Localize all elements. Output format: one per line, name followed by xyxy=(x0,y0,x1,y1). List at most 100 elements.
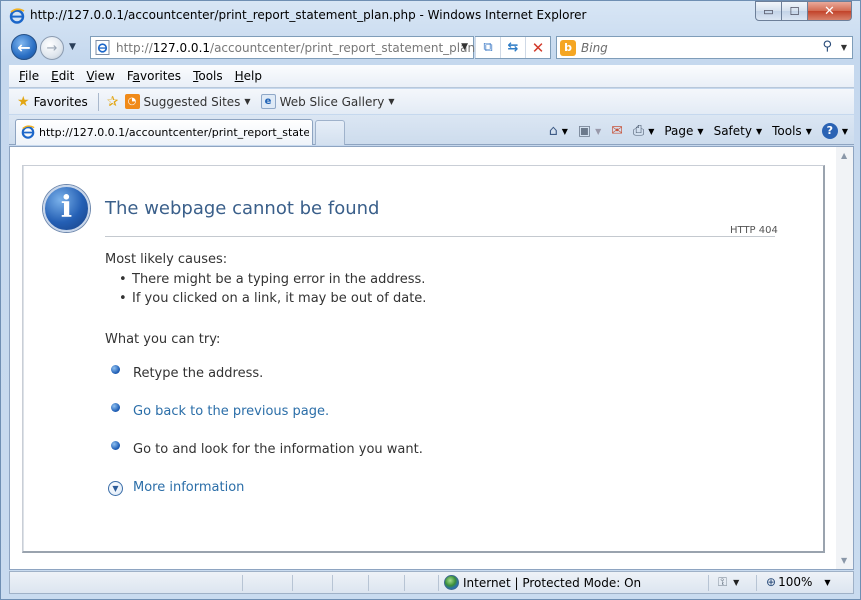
address-url[interactable]: http://127.0.0.1/accountcenter/print_rep… xyxy=(116,41,502,55)
chevron-down-icon: ▼ xyxy=(755,126,763,136)
maximize-icon: ☐ xyxy=(789,4,800,18)
search-input[interactable]: Bing xyxy=(581,41,608,55)
address-dropdown-icon[interactable]: ▼ xyxy=(461,42,468,52)
window-controls: ▭ ☐ ✕ xyxy=(755,1,852,21)
zoom-level-button[interactable]: ⊕ 100% ▼ xyxy=(766,575,831,589)
recent-pages-dropdown[interactable]: ▼ xyxy=(69,42,76,52)
page-ie-icon xyxy=(95,40,110,55)
page-title: The webpage cannot be found xyxy=(105,198,380,219)
tab-active[interactable]: http://127.0.0.1/accountcenter/print_rep… xyxy=(15,119,313,145)
menu-edit[interactable]: Edit xyxy=(51,69,74,83)
new-tab-button[interactable] xyxy=(315,120,345,145)
forward-button[interactable]: → xyxy=(40,36,64,60)
favorites-button[interactable]: Favorites xyxy=(34,95,88,109)
error-page: i The webpage cannot be found HTTP 404 M… xyxy=(22,165,825,553)
web-slice-gallery-label: Web Slice Gallery xyxy=(279,94,385,109)
title-bar: http://127.0.0.1/accountcenter/print_rep… xyxy=(1,1,860,31)
tools-menu-label: Tools xyxy=(772,124,802,138)
back-arrow-icon: ← xyxy=(17,37,31,57)
stop-icon: ✕ xyxy=(531,38,545,57)
status-divider xyxy=(708,575,709,591)
search-options-dropdown[interactable]: ▼ xyxy=(841,43,847,52)
compat-view-icon: ⧉ xyxy=(483,40,493,55)
chevron-down-icon: ▼ xyxy=(805,126,812,136)
search-icon[interactable]: ⚲ xyxy=(822,39,832,54)
maximize-button[interactable]: ☐ xyxy=(782,1,808,21)
status-divider xyxy=(404,575,405,591)
printer-icon: ⎙ xyxy=(633,123,645,139)
status-divider xyxy=(242,575,243,591)
go-back-link[interactable]: Go back to the previous page. xyxy=(133,404,329,419)
status-divider xyxy=(438,575,439,591)
menu-bar: File Edit View Favorites Tools Help xyxy=(9,65,854,88)
menu-view[interactable]: View xyxy=(86,69,114,83)
try-item-retype: Retype the address. xyxy=(133,366,264,381)
add-to-favorites-bar-icon[interactable]: ✰ xyxy=(107,94,119,110)
help-button[interactable]: ? ▼ xyxy=(821,123,848,139)
suggested-sites-button[interactable]: ◔ Suggested Sites ▼ xyxy=(124,94,251,109)
zoom-icon: ⊕ xyxy=(766,575,777,589)
favorites-bar: ★ Favorites ✰ ◔ Suggested Sites ▼ e Web … xyxy=(9,89,854,114)
refresh-button[interactable]: ⇆ xyxy=(500,37,525,58)
chevron-down-icon: ▼ xyxy=(388,97,395,106)
stop-button[interactable]: ✕ xyxy=(525,37,550,58)
tab-ie-icon xyxy=(21,125,35,139)
menu-help[interactable]: Help xyxy=(235,69,262,83)
browser-window: http://127.0.0.1/accountcenter/print_rep… xyxy=(0,0,861,600)
minimize-icon: ▭ xyxy=(763,4,774,18)
compatibility-view-button[interactable]: ⧉ xyxy=(475,37,500,58)
web-slice-icon: e xyxy=(260,94,276,109)
home-button[interactable]: ⌂ ▼ xyxy=(549,123,568,139)
more-information-link[interactable]: More information xyxy=(133,480,244,495)
close-icon: ✕ xyxy=(824,3,835,19)
security-zone[interactable]: Internet | Protected Mode: On xyxy=(444,575,641,590)
close-button[interactable]: ✕ xyxy=(808,1,852,21)
menu-favorites[interactable]: Favorites xyxy=(127,69,181,83)
chevron-down-icon: ▼ xyxy=(824,577,831,587)
status-divider xyxy=(332,575,333,591)
refresh-icon: ⇆ xyxy=(507,40,519,55)
back-button[interactable]: ← xyxy=(11,34,37,60)
expand-more-icon[interactable]: ▼ xyxy=(108,481,123,496)
scroll-up-icon[interactable]: ▲ xyxy=(841,151,847,160)
pop-up-blocker-button[interactable]: ⚿ ▼ xyxy=(718,575,739,590)
causes-heading: Most likely causes: xyxy=(105,252,228,267)
tools-menu[interactable]: Tools ▼ xyxy=(772,124,812,138)
tab-row: http://127.0.0.1/accountcenter/print_rep… xyxy=(9,115,854,145)
menu-file[interactable]: File xyxy=(19,69,39,83)
scroll-down-icon[interactable]: ▼ xyxy=(841,556,847,565)
bullet-icon xyxy=(111,441,120,450)
cause-item: If you clicked on a link, it may be out … xyxy=(119,291,426,306)
chevron-down-icon: ▼ xyxy=(561,126,568,136)
safety-menu[interactable]: Safety ▼ xyxy=(714,124,763,138)
print-button[interactable]: ⎙ ▼ xyxy=(633,123,654,139)
bing-icon: b xyxy=(560,40,576,56)
zoom-level: 100% xyxy=(778,575,813,589)
feed-icon: ▣ xyxy=(577,123,592,139)
safety-menu-label: Safety xyxy=(713,124,752,138)
read-mail-button[interactable]: ✉ xyxy=(611,123,623,139)
chevron-down-icon: ▼ xyxy=(244,97,251,106)
chevron-down-icon: ▼ xyxy=(697,126,704,136)
bullet-icon xyxy=(111,365,120,374)
page-menu[interactable]: Page ▼ xyxy=(664,124,703,138)
web-slice-gallery-button[interactable]: e Web Slice Gallery ▼ xyxy=(260,94,395,109)
search-box[interactable]: b Bing ⚲ ▼ xyxy=(556,36,853,59)
home-icon: ⌂ xyxy=(548,123,558,139)
bullet-icon xyxy=(111,403,120,412)
minimize-button[interactable]: ▭ xyxy=(755,1,782,21)
feeds-button[interactable]: ▣ ▼ xyxy=(578,123,601,139)
vertical-scrollbar[interactable]: ▲ ▼ xyxy=(836,147,853,569)
help-icon: ? xyxy=(821,123,838,139)
menu-tools[interactable]: Tools xyxy=(193,69,223,83)
forward-arrow-icon: → xyxy=(46,40,58,56)
address-bar[interactable]: http://127.0.0.1/accountcenter/print_rep… xyxy=(90,36,502,59)
chevron-down-icon: ▼ xyxy=(733,578,740,587)
status-bar: Internet | Protected Mode: On ⚿ ▼ ⊕ 100% … xyxy=(9,571,854,594)
globe-icon xyxy=(444,575,459,590)
divider xyxy=(105,236,775,237)
chevron-down-icon: ▼ xyxy=(841,126,848,136)
command-bar: ⌂ ▼ ▣ ▼ ✉ ⎙ ▼ Page ▼ Safety ▼ Tools ▼ ? ▼ xyxy=(539,121,848,141)
navigation-bar: ← → ▼ http://127.0.0.1/accountcenter/pri… xyxy=(1,33,860,61)
suggested-sites-icon: ◔ xyxy=(124,94,140,109)
